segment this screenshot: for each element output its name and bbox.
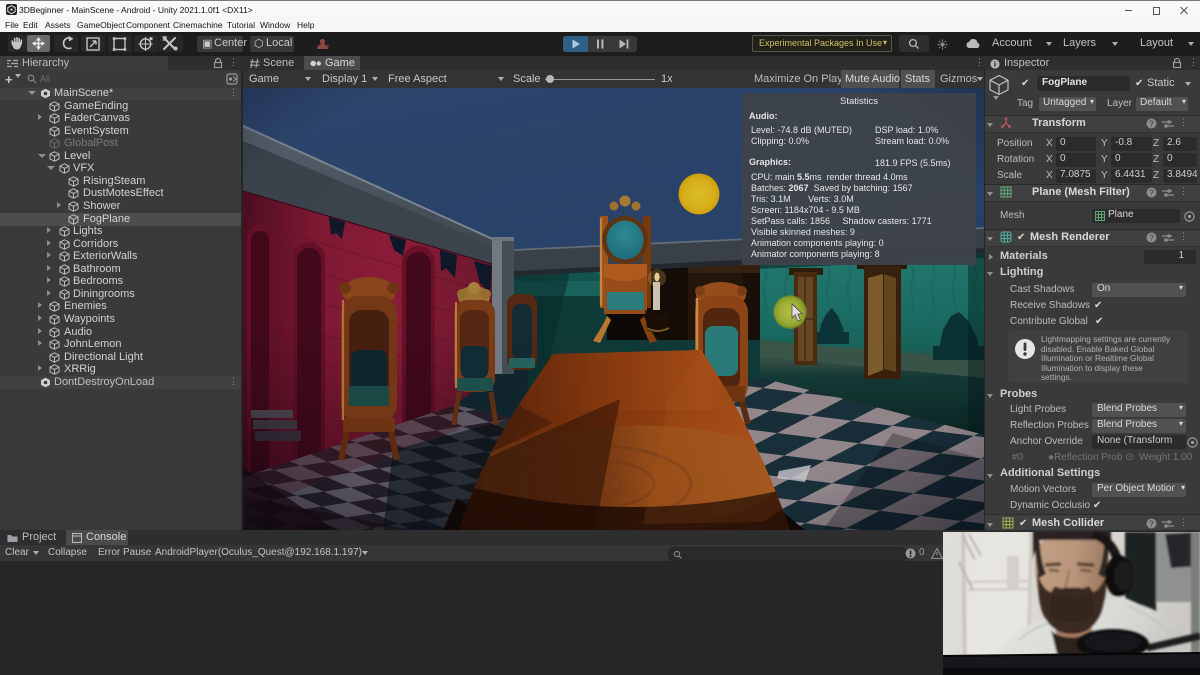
svg-text:?: ?: [1149, 233, 1154, 242]
svg-text:?: ?: [1149, 188, 1154, 197]
svg-text:?: ?: [1149, 519, 1154, 528]
svg-text:?: ?: [1149, 119, 1154, 128]
